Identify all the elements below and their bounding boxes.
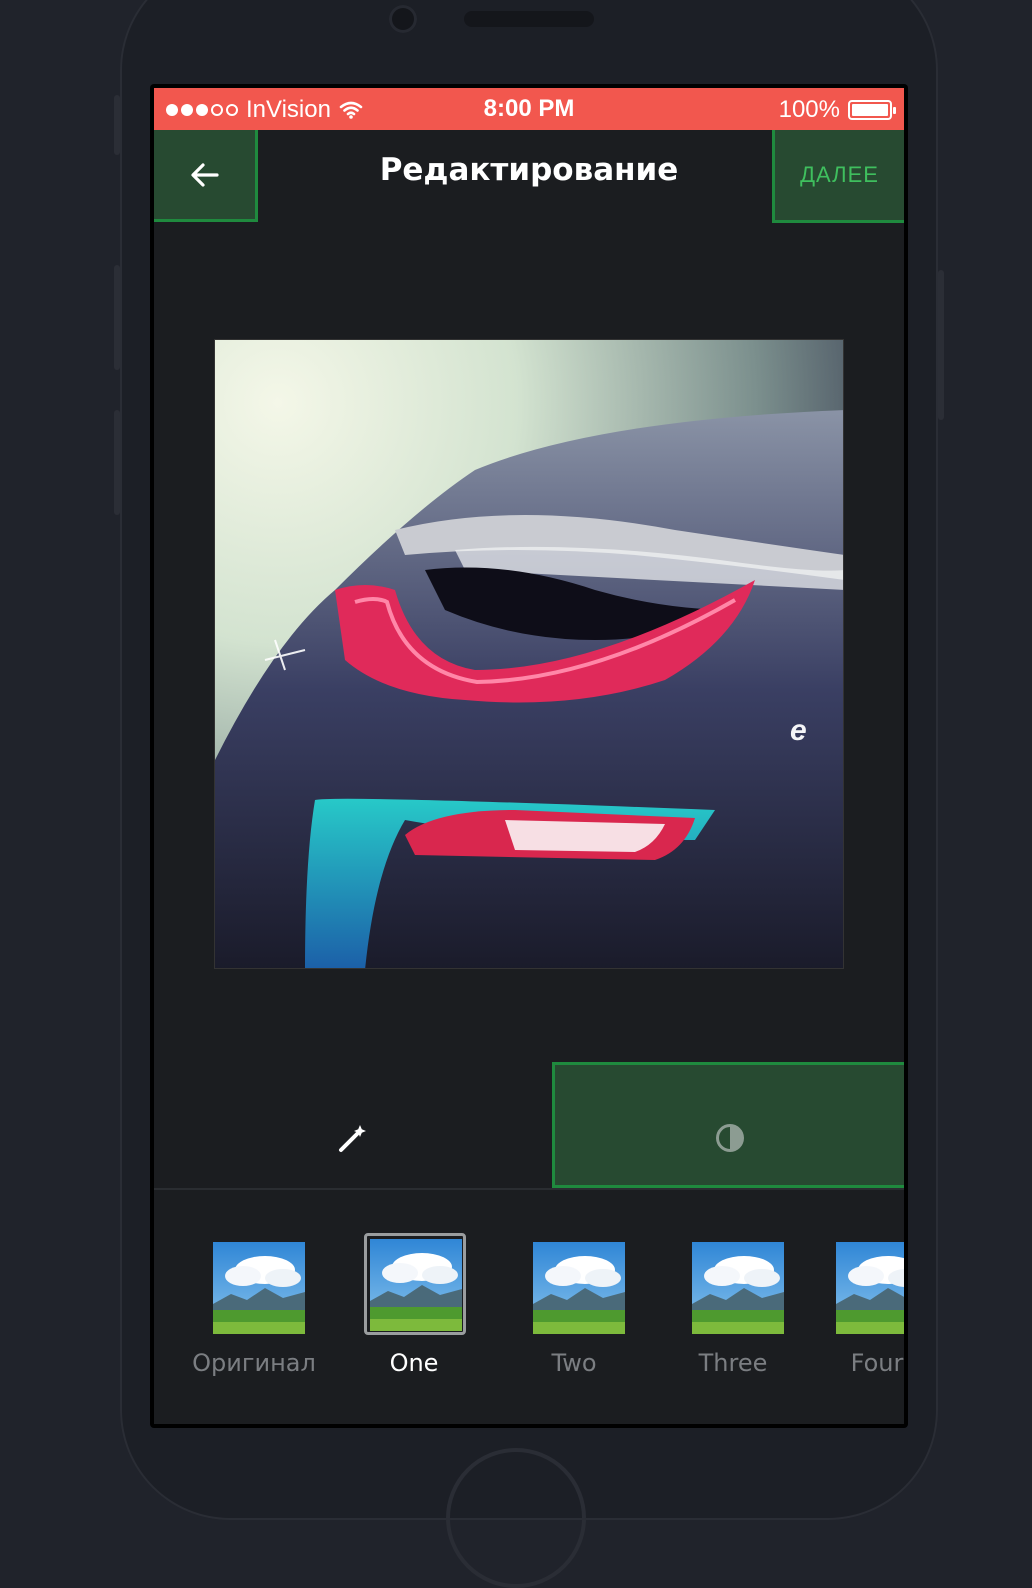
home-button xyxy=(446,1448,586,1588)
filter-label: Оригинал xyxy=(192,1349,316,1377)
divider xyxy=(154,1188,904,1190)
volume-up-button xyxy=(114,265,120,370)
landscape-thumbnail-image xyxy=(533,1242,625,1334)
filter-thumbnail xyxy=(207,1236,307,1336)
landscape-thumbnail-image xyxy=(836,1242,904,1334)
filter-thumbnail xyxy=(830,1236,904,1336)
contrast-tool-button[interactable] xyxy=(552,1062,904,1188)
volume-down-button xyxy=(114,410,120,515)
filter-strip: Оригинал One Two Three Four xyxy=(154,1233,904,1386)
contrast-icon xyxy=(715,1124,744,1152)
filter-label: Three xyxy=(698,1349,768,1377)
front-camera xyxy=(389,5,417,33)
status-bar: InVision 8:00 PM 100% xyxy=(154,88,904,130)
battery-level xyxy=(852,104,888,116)
magic-wand-icon xyxy=(339,1125,366,1152)
filter-label: Two xyxy=(551,1349,597,1377)
filter-label: One xyxy=(389,1349,439,1377)
car-taillight-photo: e xyxy=(214,339,844,969)
filter-thumbnail xyxy=(686,1236,786,1336)
mute-switch xyxy=(114,95,120,155)
filter-thumbnail-selected xyxy=(364,1233,466,1335)
navigation-bar: Редактирование ДАЛЕЕ xyxy=(154,130,904,223)
editor-screen: InVision 8:00 PM 100% Редактирование ДАЛ… xyxy=(154,88,904,1424)
svg-text:e: e xyxy=(790,714,807,747)
battery-icon xyxy=(848,100,896,120)
next-button[interactable]: ДАЛЕЕ xyxy=(772,130,904,223)
filter-label: Four xyxy=(850,1349,904,1377)
filter-thumbnail xyxy=(527,1236,627,1336)
speaker-grille xyxy=(464,11,594,27)
tool-bar xyxy=(154,1062,904,1190)
battery-percent: 100% xyxy=(778,96,840,123)
power-button xyxy=(938,270,944,420)
landscape-thumbnail-image xyxy=(692,1242,784,1334)
landscape-thumbnail-image xyxy=(370,1239,462,1331)
magic-tool-button[interactable] xyxy=(154,1062,552,1188)
landscape-thumbnail-image xyxy=(213,1242,305,1334)
